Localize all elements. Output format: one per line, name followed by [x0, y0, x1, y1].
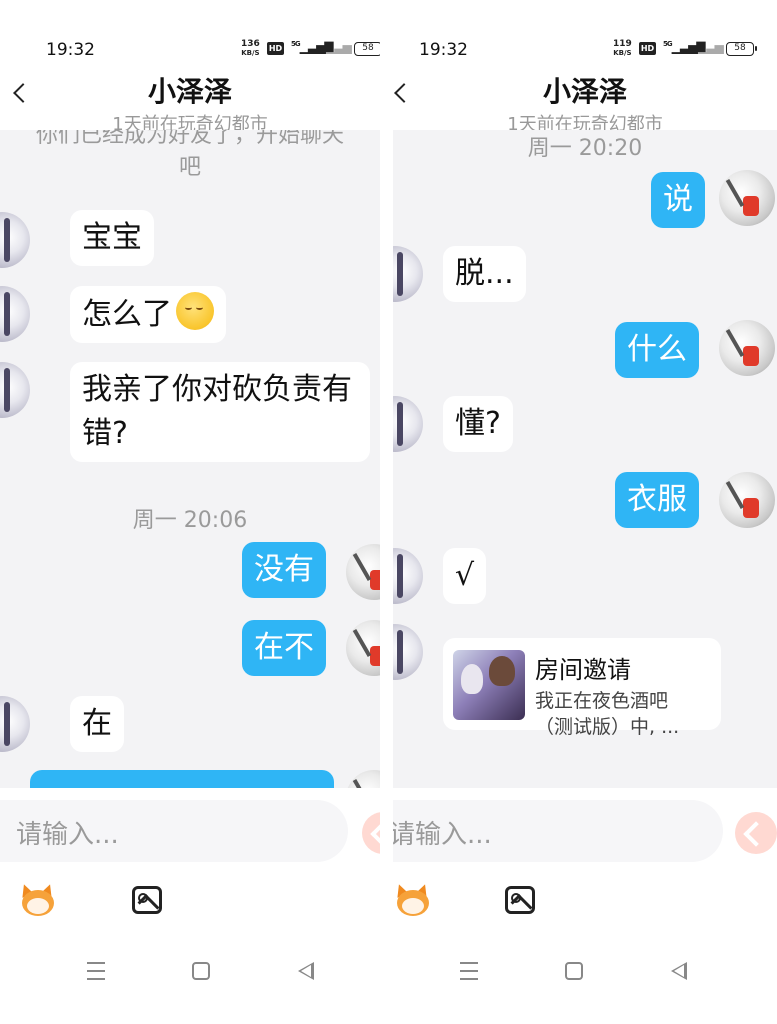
message-text: 怎么了 — [82, 297, 172, 332]
system-message: 你们已经成为好友了，开始聊天吧 — [35, 130, 344, 180]
contact-status: 1天前在玩奇幻都市 — [507, 114, 663, 130]
send-button[interactable] — [362, 812, 380, 854]
contact-avatar[interactable] — [393, 246, 423, 302]
chat-screen-right: 19:32 119 KB/S HD 5G▁▃▅▇ ▁▃▅ 58 小泽泽 1天前在玩… — [393, 0, 777, 1024]
network-speed: 119 KB/S — [613, 40, 632, 58]
message-bubble-incoming[interactable]: 脱... — [443, 246, 526, 302]
network-type: 5G — [663, 40, 673, 48]
home-icon[interactable] — [565, 962, 583, 980]
message-bubble-outgoing[interactable]: 没有 — [242, 542, 326, 598]
contact-avatar[interactable] — [0, 696, 30, 752]
image-picker-icon[interactable] — [132, 886, 162, 914]
status-bar: 19:32 136 KB/S HD 5G▁▃▅▇ ▁▃▅ 58 — [0, 0, 380, 70]
status-time: 19:32 — [419, 40, 468, 60]
contact-avatar[interactable] — [393, 624, 423, 680]
contact-avatar[interactable] — [0, 212, 30, 268]
network-speed-value: 119 — [613, 39, 632, 49]
message-timestamp: 周一 20:06 — [132, 508, 248, 533]
message-bubble-outgoing-partial[interactable] — [30, 770, 334, 788]
mascot-face — [397, 890, 429, 916]
contact-status: 1天前在玩奇幻都市 — [112, 114, 268, 130]
network-type: 5G — [291, 40, 301, 48]
panel-divider — [380, 0, 393, 1024]
contact-name[interactable]: 小泽泽 — [0, 70, 380, 110]
status-time: 19:32 — [46, 40, 95, 60]
contact-avatar[interactable] — [393, 396, 423, 452]
hd-icon: HD — [267, 42, 284, 55]
message-bubble-outgoing[interactable]: 说 — [651, 172, 705, 228]
contact-avatar[interactable] — [0, 362, 30, 418]
network-speed: 136 KB/S — [241, 40, 260, 58]
invite-description: 我正在夜色酒吧（测试版）中, ... — [535, 690, 680, 738]
user-avatar[interactable] — [346, 770, 380, 788]
contact-avatar[interactable] — [393, 548, 423, 604]
status-bar: 19:32 119 KB/S HD 5G▁▃▅▇ ▁▃▅ 58 — [393, 0, 777, 70]
chat-screen-left: 19:32 136 KB/S HD 5G▁▃▅▇ ▁▃▅ 58 小泽泽 1天前在玩… — [0, 0, 380, 1024]
recent-apps-icon[interactable] — [460, 962, 478, 980]
contact-name[interactable]: 小泽泽 — [393, 70, 777, 110]
network-speed-value: 136 — [241, 39, 260, 49]
home-icon[interactable] — [192, 962, 210, 980]
message-bubble-incoming[interactable]: 在 — [70, 696, 124, 752]
chat-header: 小泽泽 1天前在玩奇幻都市 — [393, 68, 777, 130]
message-list[interactable]: 你们已经成为好友了，开始聊天吧 宝宝 怎么了 我亲了你对砍负责有错? 周一 20… — [0, 130, 380, 788]
mascot-face — [22, 890, 54, 916]
yawning-face-icon — [176, 292, 214, 330]
user-avatar[interactable] — [719, 472, 775, 528]
user-avatar[interactable] — [719, 320, 775, 376]
message-list[interactable]: 周一 20:20 说 脱... 什么 懂? 衣服 √ 房间邀请 我正在夜色酒吧（… — [393, 130, 777, 788]
network-speed-unit: KB/S — [613, 49, 632, 57]
recent-apps-icon[interactable] — [87, 962, 105, 980]
user-avatar[interactable] — [719, 170, 775, 226]
room-invite-card[interactable]: 房间邀请 我正在夜色酒吧（测试版）中, ... — [443, 638, 721, 738]
network-speed-unit: KB/S — [241, 49, 260, 57]
battery-icon: 58 — [726, 42, 757, 56]
message-bubble-incoming[interactable]: 我亲了你对砍负责有错? — [70, 362, 370, 462]
system-back-icon[interactable] — [671, 962, 687, 980]
chat-header: 小泽泽 1天前在玩奇幻都市 — [0, 68, 380, 130]
message-bubble-outgoing[interactable]: 在不 — [242, 620, 326, 676]
system-back-icon[interactable] — [298, 962, 314, 980]
message-bubble-incoming[interactable]: 怎么了 — [70, 286, 226, 343]
send-button[interactable] — [735, 812, 777, 854]
composer: 请输入... — [393, 788, 777, 1024]
contact-avatar[interactable] — [0, 286, 30, 342]
message-bubble-incoming[interactable]: 宝宝 — [70, 210, 154, 266]
hd-icon: HD — [639, 42, 656, 55]
message-bubble-outgoing[interactable]: 衣服 — [615, 472, 699, 528]
invite-title: 房间邀请 — [535, 656, 631, 684]
image-picker-icon[interactable] — [505, 886, 535, 914]
mascot-emoji-icon[interactable] — [18, 882, 56, 918]
system-nav-bar — [393, 962, 777, 986]
signal-sim2-icon: ▁▃▅ — [698, 40, 724, 54]
message-input-placeholder: 请输入... — [393, 820, 492, 850]
battery-icon: 58 — [354, 42, 380, 56]
message-timestamp: 周一 20:20 — [527, 136, 643, 161]
message-bubble-outgoing[interactable]: 什么 — [615, 322, 699, 378]
message-bubble-incoming[interactable]: 懂? — [443, 396, 513, 452]
system-nav-bar — [0, 962, 380, 986]
signal-sim2-icon: ▁▃▅ — [326, 40, 352, 54]
user-avatar[interactable] — [346, 620, 380, 676]
mascot-emoji-icon[interactable] — [393, 882, 431, 918]
message-input-placeholder: 请输入... — [16, 820, 119, 850]
composer: 请输入... — [0, 788, 380, 1024]
invite-thumbnail — [453, 650, 525, 720]
message-bubble-incoming[interactable]: √ — [443, 548, 487, 604]
user-avatar[interactable] — [346, 544, 380, 600]
